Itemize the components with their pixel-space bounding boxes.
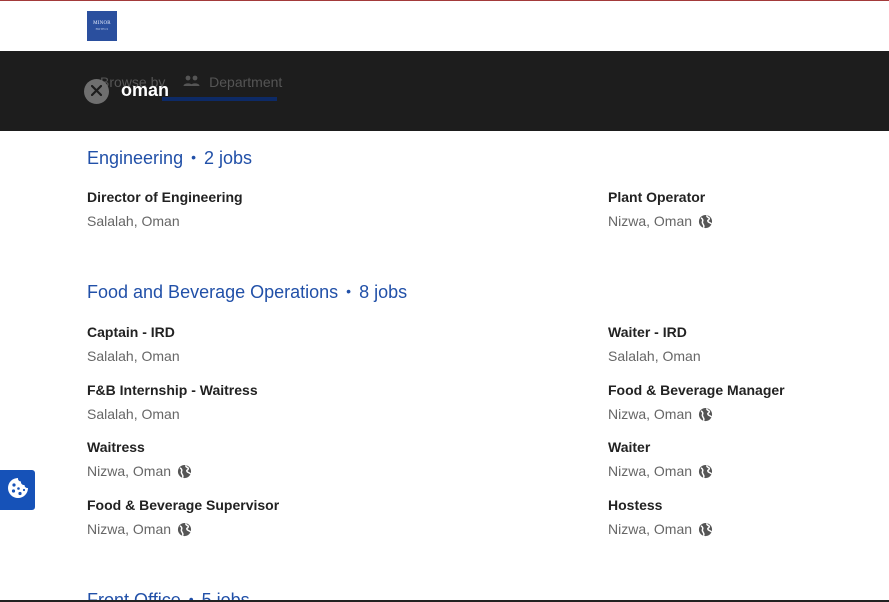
globe-icon — [698, 214, 713, 229]
job-title[interactable]: Food & Beverage Supervisor — [87, 497, 347, 513]
section-title[interactable]: Food and Beverage Operations — [87, 282, 338, 302]
browse-by-department[interactable]: Department — [209, 74, 282, 90]
close-icon — [90, 83, 103, 101]
job-listing[interactable]: F&B Internship - Waitress Salalah, Oman — [87, 382, 347, 422]
job-listing[interactable]: Waiter - IRD Salalah, Oman — [608, 324, 868, 364]
job-title[interactable]: F&B Internship - Waitress — [87, 382, 347, 398]
job-title[interactable]: Waitress — [87, 439, 347, 455]
job-title[interactable]: Director of Engineering — [87, 189, 347, 205]
job-location: Salalah, Oman — [87, 348, 180, 364]
active-tab-underline — [162, 97, 277, 101]
clear-search-button[interactable] — [84, 79, 109, 104]
job-location: Nizwa, Oman — [608, 213, 693, 229]
logo-subtext: HOTELS — [95, 27, 109, 31]
job-listing[interactable]: Director of Engineering Salalah, Oman — [87, 189, 347, 229]
section-engineering-header[interactable]: Engineering • 2 jobs — [87, 148, 252, 169]
job-listing[interactable]: Captain - IRD Salalah, Oman — [87, 324, 347, 364]
globe-icon — [698, 407, 713, 422]
globe-icon — [698, 464, 713, 479]
job-location: Nizwa, Oman — [87, 463, 172, 479]
globe-icon — [698, 522, 713, 537]
job-location: Nizwa, Oman — [608, 406, 693, 422]
globe-icon — [177, 464, 192, 479]
job-location: Salalah, Oman — [87, 406, 180, 422]
job-title[interactable]: Plant Operator — [608, 189, 868, 205]
job-title[interactable]: Captain - IRD — [87, 324, 347, 340]
logo-text: MINOR — [93, 21, 111, 26]
job-listing[interactable]: Waitress Nizwa, Oman — [87, 439, 347, 479]
cookie-settings-button[interactable] — [0, 470, 35, 510]
job-listing[interactable]: Food & Beverage Supervisor Nizwa, Oman — [87, 497, 347, 537]
cookie-icon — [6, 476, 30, 505]
job-title[interactable]: Hostess — [608, 497, 868, 513]
section-job-count: 2 jobs — [203, 148, 253, 168]
job-listing[interactable]: Plant Operator Nizwa, Oman — [608, 189, 868, 229]
job-title[interactable]: Waiter - IRD — [608, 324, 868, 340]
top-border — [0, 0, 889, 1]
job-location: Nizwa, Oman — [608, 463, 693, 479]
section-job-count: 8 jobs — [359, 282, 408, 302]
job-location: Nizwa, Oman — [608, 521, 693, 537]
job-location: Salalah, Oman — [87, 213, 180, 229]
job-listing[interactable]: Food & Beverage Manager Nizwa, Oman — [608, 382, 868, 422]
job-location: Nizwa, Oman — [87, 521, 172, 537]
job-title[interactable]: Food & Beverage Manager — [608, 382, 868, 398]
globe-icon — [177, 522, 192, 537]
search-input[interactable]: oman — [121, 80, 169, 101]
job-title[interactable]: Waiter — [608, 439, 868, 455]
section-title[interactable]: Engineering — [87, 148, 183, 168]
section-fnb-header[interactable]: Food and Beverage Operations • 8 jobs — [87, 282, 407, 303]
job-listing[interactable]: Waiter Nizwa, Oman — [608, 439, 868, 479]
brand-logo[interactable]: MINOR HOTELS — [87, 11, 117, 41]
job-location: Salalah, Oman — [608, 348, 701, 364]
job-listing[interactable]: Hostess Nizwa, Oman — [608, 497, 868, 537]
people-icon — [183, 75, 200, 90]
